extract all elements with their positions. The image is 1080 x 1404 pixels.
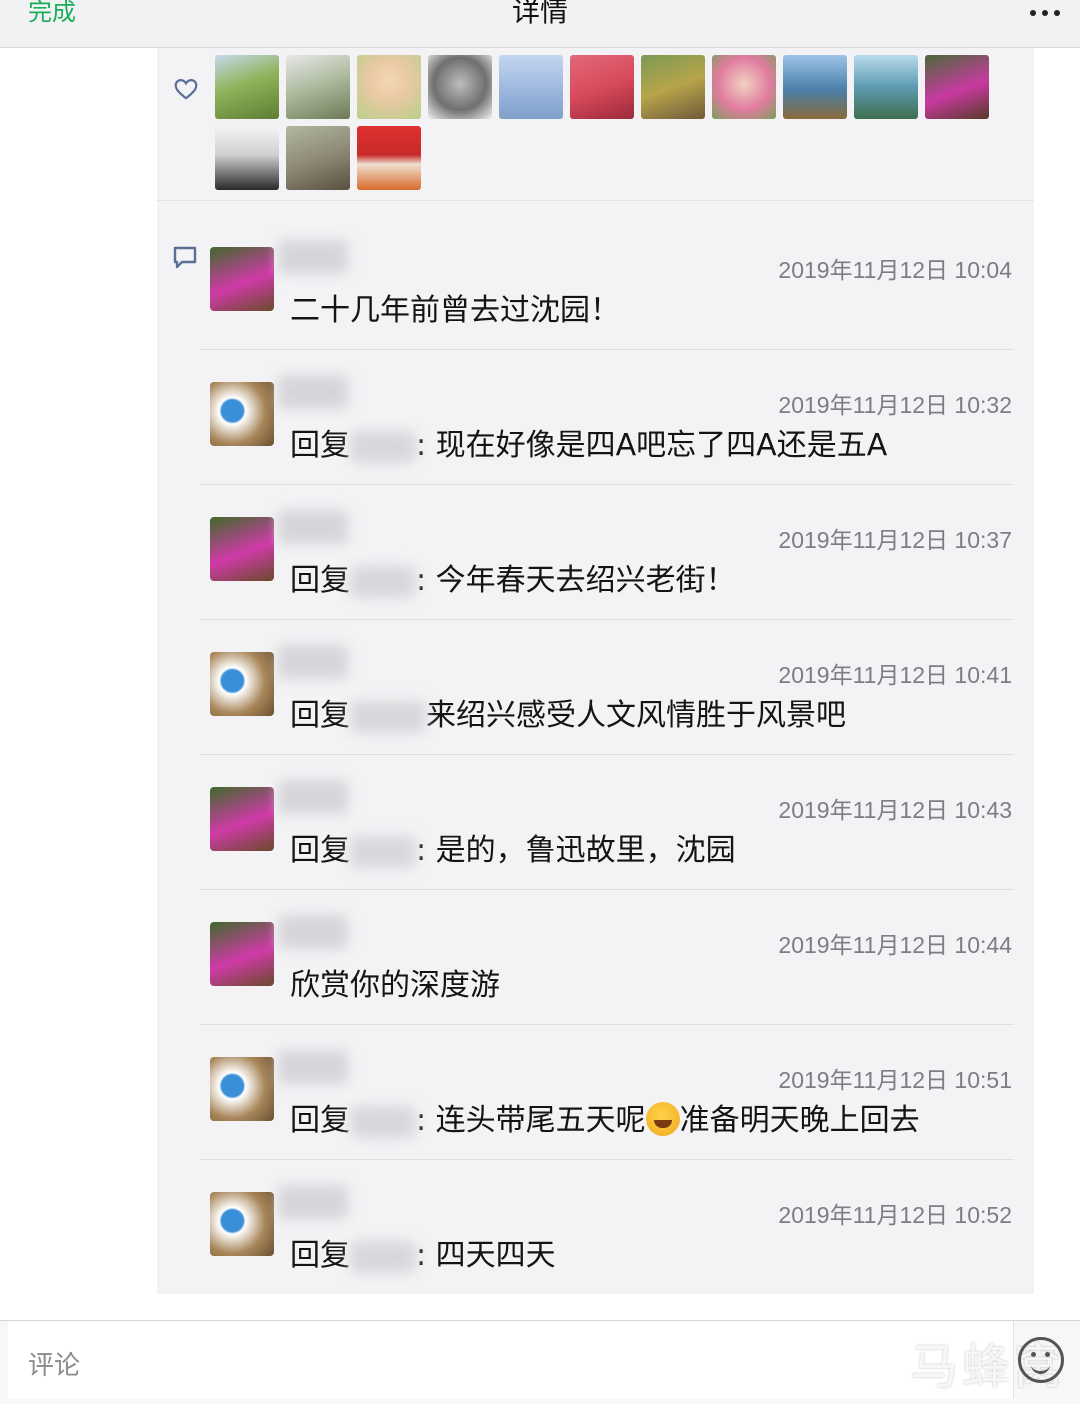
commenter-avatar[interactable] xyxy=(210,517,274,581)
navigation-bar: 完成 详情 xyxy=(0,0,1080,48)
smiley-icon[interactable] xyxy=(1018,1337,1064,1383)
liker-avatar[interactable] xyxy=(712,55,776,119)
page-title: 详情 xyxy=(511,0,568,28)
reply-target-blurred xyxy=(350,1105,416,1138)
comment-input-bar: 评论 马蜂窝 xyxy=(0,1320,1080,1404)
commenter-name-blurred[interactable] xyxy=(278,375,348,409)
comment-time: 2019年11月12日 10:51 xyxy=(778,1067,1012,1093)
comment-item[interactable]: 2019年11月12日 10:37 回复: 今年春天去绍兴老街！ xyxy=(200,485,1014,620)
liker-avatar[interactable] xyxy=(286,55,350,119)
commenter-avatar[interactable] xyxy=(210,652,274,716)
comment-item[interactable]: 2019年11月12日 10:04 二十几年前曾去过沈园！ xyxy=(200,215,1014,350)
crying-laughing-emoji-icon xyxy=(645,1102,680,1136)
commenter-name-blurred[interactable] xyxy=(278,645,348,679)
comment-text: 回复: 现在好像是四A吧忘了四A还是五A xyxy=(290,428,888,463)
comment-time: 2019年11月12日 10:37 xyxy=(778,527,1012,553)
comment-item[interactable]: 2019年11月12日 10:44 欣赏你的深度游 xyxy=(200,890,1014,1025)
commenter-avatar[interactable] xyxy=(210,787,274,851)
more-dots-icon[interactable] xyxy=(1030,2,1060,22)
comment-text: 二十几年前曾去过沈园！ xyxy=(290,293,620,328)
liker-avatar[interactable] xyxy=(854,55,918,119)
commenter-avatar[interactable] xyxy=(210,382,274,446)
commenter-name-blurred[interactable] xyxy=(278,510,348,544)
comment-input[interactable]: 评论 xyxy=(8,1321,1014,1399)
comment-text: 回复: 是的，鲁迅故里，沈园 xyxy=(290,833,736,868)
liker-avatar[interactable] xyxy=(783,55,847,119)
comment-time: 2019年11月12日 10:41 xyxy=(778,662,1012,688)
commenter-name-blurred[interactable] xyxy=(278,240,348,274)
liker-avatar[interactable] xyxy=(641,55,705,119)
liker-avatar[interactable] xyxy=(357,55,421,119)
liker-avatar[interactable] xyxy=(570,55,634,119)
comment-bubble-icon xyxy=(173,246,197,269)
liker-avatar[interactable] xyxy=(215,126,279,190)
comment-text: 欣赏你的深度游 xyxy=(290,968,500,1003)
commenter-name-blurred[interactable] xyxy=(278,1050,348,1084)
comment-text: 回复: 今年春天去绍兴老街！ xyxy=(290,563,736,598)
comment-text: 回复: 四天四天 xyxy=(290,1238,556,1273)
liker-avatar[interactable] xyxy=(357,126,421,190)
commenter-avatar[interactable] xyxy=(210,922,274,986)
liker-avatar[interactable] xyxy=(499,55,563,119)
reply-target-blurred xyxy=(350,430,416,463)
liker-avatar[interactable] xyxy=(925,55,989,119)
likes-section xyxy=(157,48,1034,201)
comment-item[interactable]: 2019年11月12日 10:52 回复: 四天四天 xyxy=(200,1160,1014,1295)
liker-avatar[interactable] xyxy=(428,55,492,119)
commenter-avatar[interactable] xyxy=(210,1057,274,1121)
comment-time: 2019年11月12日 10:52 xyxy=(778,1202,1012,1228)
comment-text: 回复 来绍兴感受人文风情胜于风景吧 xyxy=(290,698,846,733)
commenter-name-blurred[interactable] xyxy=(278,780,348,814)
commenter-name-blurred[interactable] xyxy=(278,915,348,949)
reply-target-blurred xyxy=(350,565,416,598)
comment-item[interactable]: 2019年11月12日 10:43 回复: 是的，鲁迅故里，沈园 xyxy=(200,755,1014,890)
commenter-avatar[interactable] xyxy=(210,1192,274,1256)
comment-time: 2019年11月12日 10:04 xyxy=(778,257,1012,283)
reply-target-blurred xyxy=(350,835,416,868)
heart-icon xyxy=(174,79,198,100)
comment-time: 2019年11月12日 10:32 xyxy=(778,392,1012,418)
comment-item[interactable]: 2019年11月12日 10:41 回复 来绍兴感受人文风情胜于风景吧 xyxy=(200,620,1014,755)
reply-target-blurred xyxy=(350,700,426,733)
comment-item[interactable]: 2019年11月12日 10:32 回复: 现在好像是四A吧忘了四A还是五A xyxy=(200,350,1014,485)
reply-target-blurred xyxy=(350,1240,416,1273)
liker-avatar[interactable] xyxy=(215,55,279,119)
commenter-name-blurred[interactable] xyxy=(278,1185,348,1219)
commenter-avatar[interactable] xyxy=(210,247,274,311)
comment-text: 回复: 连头带尾五天呢 准备明天晚上回去 xyxy=(290,1102,920,1138)
liker-avatar[interactable] xyxy=(286,126,350,190)
comment-time: 2019年11月12日 10:44 xyxy=(778,932,1012,958)
comment-placeholder: 评论 xyxy=(28,1351,81,1381)
comment-item[interactable]: 2019年11月12日 10:51 回复: 连头带尾五天呢 准备明天晚上回去 xyxy=(200,1025,1014,1160)
comment-time: 2019年11月12日 10:43 xyxy=(778,797,1012,823)
moments-detail-panel: 2019年11月12日 10:04 二十几年前曾去过沈园！ 2019年11月12… xyxy=(157,48,1034,1294)
